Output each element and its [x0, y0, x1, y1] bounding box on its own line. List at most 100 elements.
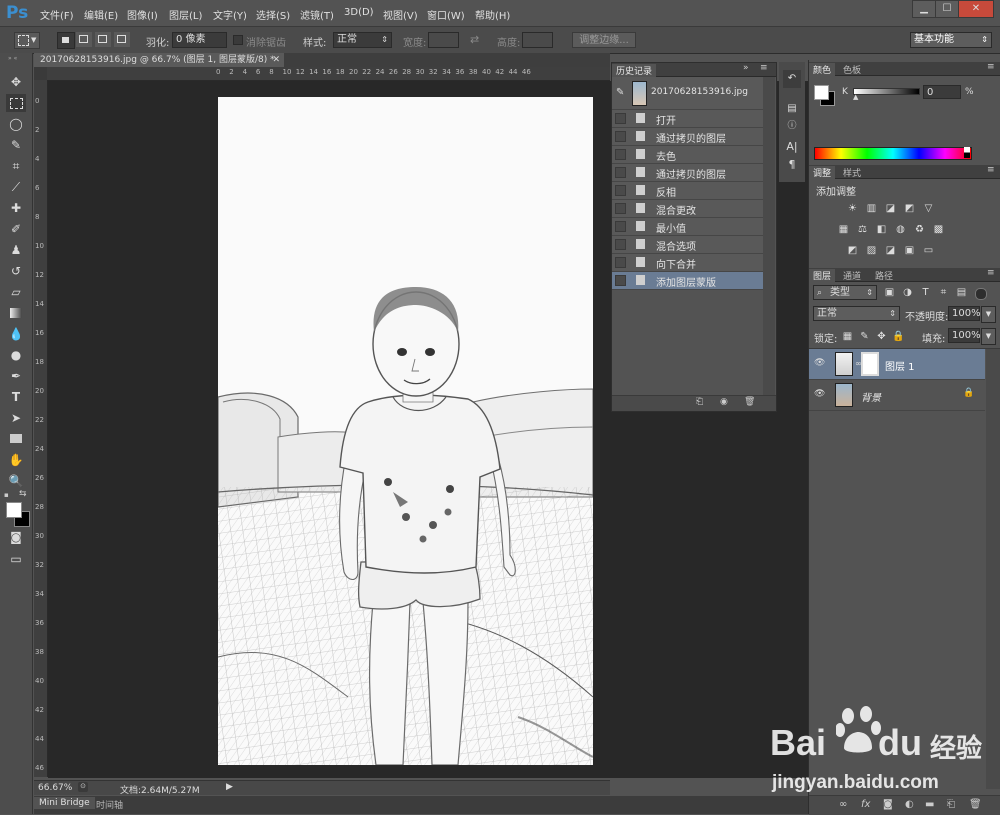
blur-tool-icon[interactable]: 💧: [6, 325, 26, 343]
pen-tool-icon[interactable]: ✒: [6, 367, 26, 385]
zoom-level[interactable]: 66.67%: [38, 783, 72, 793]
color-lookup-icon[interactable]: ▩: [932, 223, 945, 236]
menu-layer[interactable]: 图层(L): [169, 7, 202, 22]
subtract-selection-button[interactable]: [95, 32, 111, 47]
ruler-origin[interactable]: [34, 67, 47, 80]
default-colors-icon[interactable]: ▪: [4, 491, 12, 499]
tab-swatches[interactable]: 色板: [839, 63, 865, 76]
info-panel-icon[interactable]: ⓘ: [783, 118, 801, 132]
properties-panel-icon[interactable]: ▤: [783, 100, 801, 118]
levels-icon[interactable]: ▥: [865, 202, 878, 215]
filter-smart-object-icon[interactable]: ▤: [955, 286, 968, 299]
style-select[interactable]: 正常 ⇕: [333, 32, 392, 48]
width-input[interactable]: [428, 32, 459, 48]
blend-mode-select[interactable]: 正常 ⇕: [813, 306, 900, 321]
hue-saturation-icon[interactable]: ▦: [837, 223, 850, 236]
status-menu-arrow-icon[interactable]: ▶: [226, 782, 233, 792]
delete-layer-icon[interactable]: 🗑: [969, 799, 982, 810]
layer-mask-thumbnail[interactable]: [861, 352, 879, 376]
history-item-selected[interactable]: 添加图层蒙版: [612, 272, 763, 290]
history-item[interactable]: 反相: [612, 182, 763, 200]
menu-view[interactable]: 视图(V): [383, 7, 418, 22]
close-tab-icon[interactable]: ✕: [272, 53, 280, 67]
tab-mini-bridge[interactable]: Mini Bridge: [34, 797, 95, 809]
history-source-checkbox[interactable]: [615, 131, 626, 142]
selective-color-icon[interactable]: ▣: [903, 244, 916, 257]
tab-paths[interactable]: 路径: [871, 269, 897, 282]
panel-collapse-icon[interactable]: » «: [8, 55, 24, 62]
tool-preset-picker[interactable]: ▼: [14, 32, 40, 49]
color-spectrum-ramp[interactable]: [814, 147, 972, 160]
slider-thumb-icon[interactable]: ▲: [853, 93, 858, 101]
tab-adjustments[interactable]: 调整: [809, 166, 836, 179]
history-source-checkbox[interactable]: [615, 149, 626, 160]
swap-icon[interactable]: ⇄: [470, 33, 479, 46]
history-scrollbar[interactable]: [763, 77, 775, 395]
vibrance-icon[interactable]: ▽: [922, 202, 935, 215]
opacity-dropdown-icon[interactable]: ▼: [981, 306, 996, 323]
tab-layers[interactable]: 图层: [809, 269, 836, 282]
hand-tool-icon[interactable]: ✋: [6, 451, 26, 469]
tab-color[interactable]: 颜色: [809, 63, 836, 76]
new-group-icon[interactable]: ▬: [925, 799, 934, 810]
history-source-checkbox[interactable]: [615, 257, 626, 268]
add-mask-icon[interactable]: ◙: [883, 799, 893, 810]
eye-icon[interactable]: 👁: [814, 389, 828, 401]
tab-channels[interactable]: 通道: [839, 269, 865, 282]
maximize-button[interactable]: ☐: [935, 0, 959, 18]
trash-icon[interactable]: 🗑: [744, 397, 755, 407]
history-item[interactable]: 通过拷贝的图层: [612, 128, 763, 146]
history-source-checkbox[interactable]: [615, 167, 626, 178]
add-selection-button[interactable]: [76, 32, 92, 47]
healing-brush-tool-icon[interactable]: ✚: [6, 199, 26, 217]
history-item[interactable]: 混合更改: [612, 200, 763, 218]
menu-type[interactable]: 文字(Y): [213, 7, 247, 22]
lock-all-icon[interactable]: 🔒: [892, 330, 905, 343]
menu-edit[interactable]: 编辑(E): [84, 7, 118, 22]
eraser-tool-icon[interactable]: ▱: [6, 283, 26, 301]
character-panel-icon[interactable]: A|: [783, 138, 801, 156]
color-k-slider[interactable]: [853, 88, 920, 95]
history-source-checkbox[interactable]: [615, 239, 626, 250]
filter-toggle-switch[interactable]: [975, 288, 987, 300]
tab-styles[interactable]: 样式: [839, 166, 865, 179]
new-adjustment-layer-icon[interactable]: ◐: [905, 799, 914, 810]
snapshot-camera-icon[interactable]: ◉: [720, 397, 728, 407]
history-panel-icon[interactable]: ↶: [783, 70, 801, 88]
new-layer-icon[interactable]: ⎗: [947, 799, 955, 810]
color-foreground-swatch[interactable]: [814, 85, 829, 100]
exposure-icon[interactable]: ◩: [903, 202, 916, 215]
swap-colors-icon[interactable]: ⇆: [19, 489, 27, 499]
history-item[interactable]: 向下合并: [612, 254, 763, 272]
opacity-input[interactable]: 100%: [948, 306, 981, 321]
curves-icon[interactable]: ◪: [884, 202, 897, 215]
panel-menu-icon[interactable]: ≡: [987, 62, 995, 72]
antialias-checkbox[interactable]: [233, 35, 243, 45]
clone-stamp-tool-icon[interactable]: ♟: [6, 241, 26, 259]
menu-filter[interactable]: 滤镜(T): [300, 7, 334, 22]
filter-shape-icon[interactable]: ⌗: [937, 286, 950, 299]
move-tool-icon[interactable]: ✥: [6, 73, 26, 91]
fill-input[interactable]: 100%: [948, 328, 981, 343]
threshold-icon[interactable]: ◪: [884, 244, 897, 257]
history-source-checkbox[interactable]: [615, 185, 626, 196]
history-item[interactable]: 去色: [612, 146, 763, 164]
menu-window[interactable]: 窗口(W): [427, 7, 465, 22]
color-bw-swatch[interactable]: [964, 147, 970, 158]
lock-image-icon[interactable]: ✎: [858, 330, 871, 343]
document-image[interactable]: [218, 97, 593, 765]
quick-select-tool-icon[interactable]: ✎: [6, 136, 26, 154]
zoom-tool-icon[interactable]: 🔍: [6, 472, 26, 490]
channel-mixer-icon[interactable]: ♻: [913, 223, 926, 236]
layer-style-icon[interactable]: fx: [861, 799, 870, 810]
document-tab[interactable]: 20170628153916.jpg @ 66.7% (图层 1, 图层蒙版/8…: [34, 53, 284, 67]
menu-file[interactable]: 文件(F): [40, 7, 74, 22]
history-brush-tool-icon[interactable]: ↺: [6, 262, 26, 280]
history-item[interactable]: 通过拷贝的图层: [612, 164, 763, 182]
quick-mask-icon[interactable]: ◙: [6, 528, 26, 546]
history-item[interactable]: 打开: [612, 110, 763, 128]
panel-menu-icon[interactable]: ≡: [987, 268, 995, 278]
black-white-icon[interactable]: ◧: [875, 223, 888, 236]
status-info-icon[interactable]: ⊙: [78, 782, 88, 792]
dodge-tool-icon[interactable]: ●: [6, 346, 26, 364]
